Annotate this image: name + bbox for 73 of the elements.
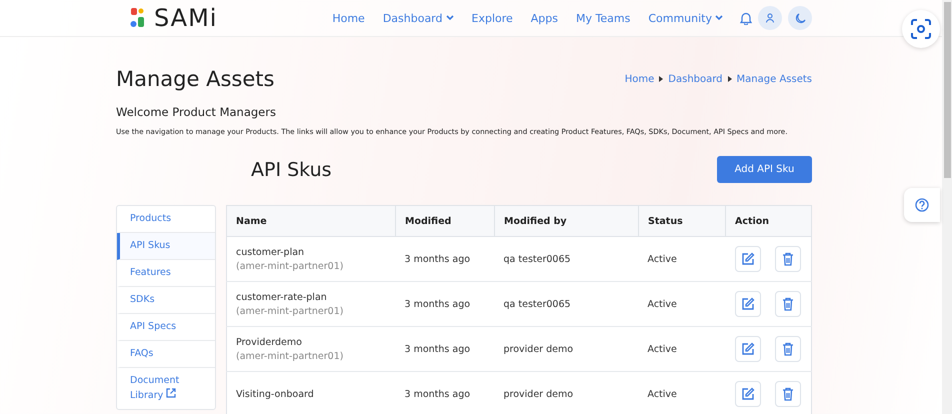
trash-icon bbox=[782, 297, 794, 311]
nav-link[interactable]: My Teams bbox=[567, 12, 640, 24]
column-header: Status bbox=[638, 206, 726, 236]
delete-button[interactable] bbox=[774, 291, 800, 317]
sku-name: Visiting-onboard bbox=[236, 388, 314, 400]
table-cell: Active bbox=[638, 236, 726, 282]
moon-icon bbox=[794, 12, 806, 24]
edit-button[interactable] bbox=[734, 291, 760, 317]
section-title: API Skus bbox=[251, 158, 332, 180]
user-icon bbox=[765, 13, 775, 23]
sku-name: Providerdemo bbox=[236, 336, 302, 348]
nav-link[interactable]: Apps bbox=[522, 12, 568, 24]
table-cell: Active bbox=[638, 372, 726, 414]
sku-name: customer-rate-plan bbox=[236, 292, 327, 302]
table-cell: provider demo bbox=[494, 326, 638, 372]
account-name: (amer-mint-partner01) bbox=[236, 350, 344, 362]
edit-button[interactable] bbox=[734, 381, 760, 407]
page-title: Manage Assets bbox=[116, 67, 274, 91]
edit-icon bbox=[740, 297, 754, 311]
table-cell: qa tester0065 bbox=[494, 282, 638, 326]
delete-button[interactable] bbox=[774, 246, 800, 272]
edit-icon bbox=[740, 387, 754, 401]
edit-icon bbox=[740, 342, 754, 356]
chevron-icon bbox=[728, 76, 732, 82]
add-api-sku-button[interactable]: Add API Sku bbox=[717, 156, 812, 183]
bell-icon[interactable] bbox=[740, 12, 752, 24]
breadcrumb-link[interactable]: Home bbox=[624, 74, 654, 84]
chevron-icon bbox=[659, 76, 664, 82]
table-cell: Active bbox=[638, 282, 726, 326]
breadcrumb-link[interactable]: Manage Assets bbox=[736, 74, 812, 84]
table-cell: qa tester0065 bbox=[494, 236, 638, 282]
nav-link[interactable]: Community bbox=[639, 12, 732, 24]
camera-scan-icon bbox=[911, 19, 931, 39]
profile-button[interactable] bbox=[758, 6, 782, 30]
sidebar-item[interactable]: FAQs bbox=[117, 341, 215, 368]
account-name: (amer-mint-partner01) bbox=[236, 306, 344, 316]
column-header: Modified by bbox=[494, 206, 638, 236]
help-icon bbox=[915, 198, 929, 212]
sidebar-item[interactable]: Document Library bbox=[117, 368, 215, 409]
edit-button[interactable] bbox=[734, 246, 760, 272]
scrollbar-thumb[interactable] bbox=[944, 2, 951, 178]
table-cell: 3 months ago bbox=[396, 326, 494, 372]
column-header: Action bbox=[726, 206, 812, 236]
nav-link[interactable]: Dashboard bbox=[374, 12, 462, 24]
column-header: Modified bbox=[396, 206, 494, 236]
theme-button[interactable] bbox=[788, 6, 812, 30]
delete-button[interactable] bbox=[774, 381, 800, 407]
breadcrumb-link[interactable]: Dashboard bbox=[668, 74, 723, 84]
delete-button[interactable] bbox=[774, 336, 800, 362]
logo-text: SAMi bbox=[154, 4, 218, 32]
screenshot-button[interactable] bbox=[902, 10, 940, 48]
trash-icon bbox=[782, 387, 794, 401]
logo-icon bbox=[130, 8, 144, 28]
nav-link[interactable]: Explore bbox=[462, 12, 522, 24]
welcome-heading: Welcome Product Managers bbox=[116, 105, 277, 119]
edit-icon bbox=[740, 252, 754, 266]
nav-link[interactable]: Home bbox=[323, 12, 374, 24]
sidebar-item[interactable]: SDKs bbox=[117, 287, 215, 314]
sku-name: customer-plan bbox=[236, 246, 304, 258]
sidebar-item[interactable]: API Skus bbox=[117, 233, 215, 260]
table-cell: Active bbox=[638, 326, 726, 372]
table-cell: 3 months ago bbox=[396, 282, 494, 326]
table-cell: provider demo bbox=[494, 372, 638, 414]
sidebar-item[interactable]: API Specs bbox=[117, 314, 215, 341]
column-header: Name bbox=[226, 206, 396, 236]
edit-button[interactable] bbox=[734, 336, 760, 362]
table-cell: 3 months ago bbox=[396, 372, 494, 414]
sidebar-item[interactable]: Features bbox=[117, 260, 215, 287]
trash-icon bbox=[782, 252, 794, 266]
account-name: (amer-mint-partner01) bbox=[236, 260, 344, 272]
help-button[interactable] bbox=[904, 188, 940, 222]
table-cell: 3 months ago bbox=[396, 236, 494, 282]
trash-icon bbox=[782, 342, 794, 356]
